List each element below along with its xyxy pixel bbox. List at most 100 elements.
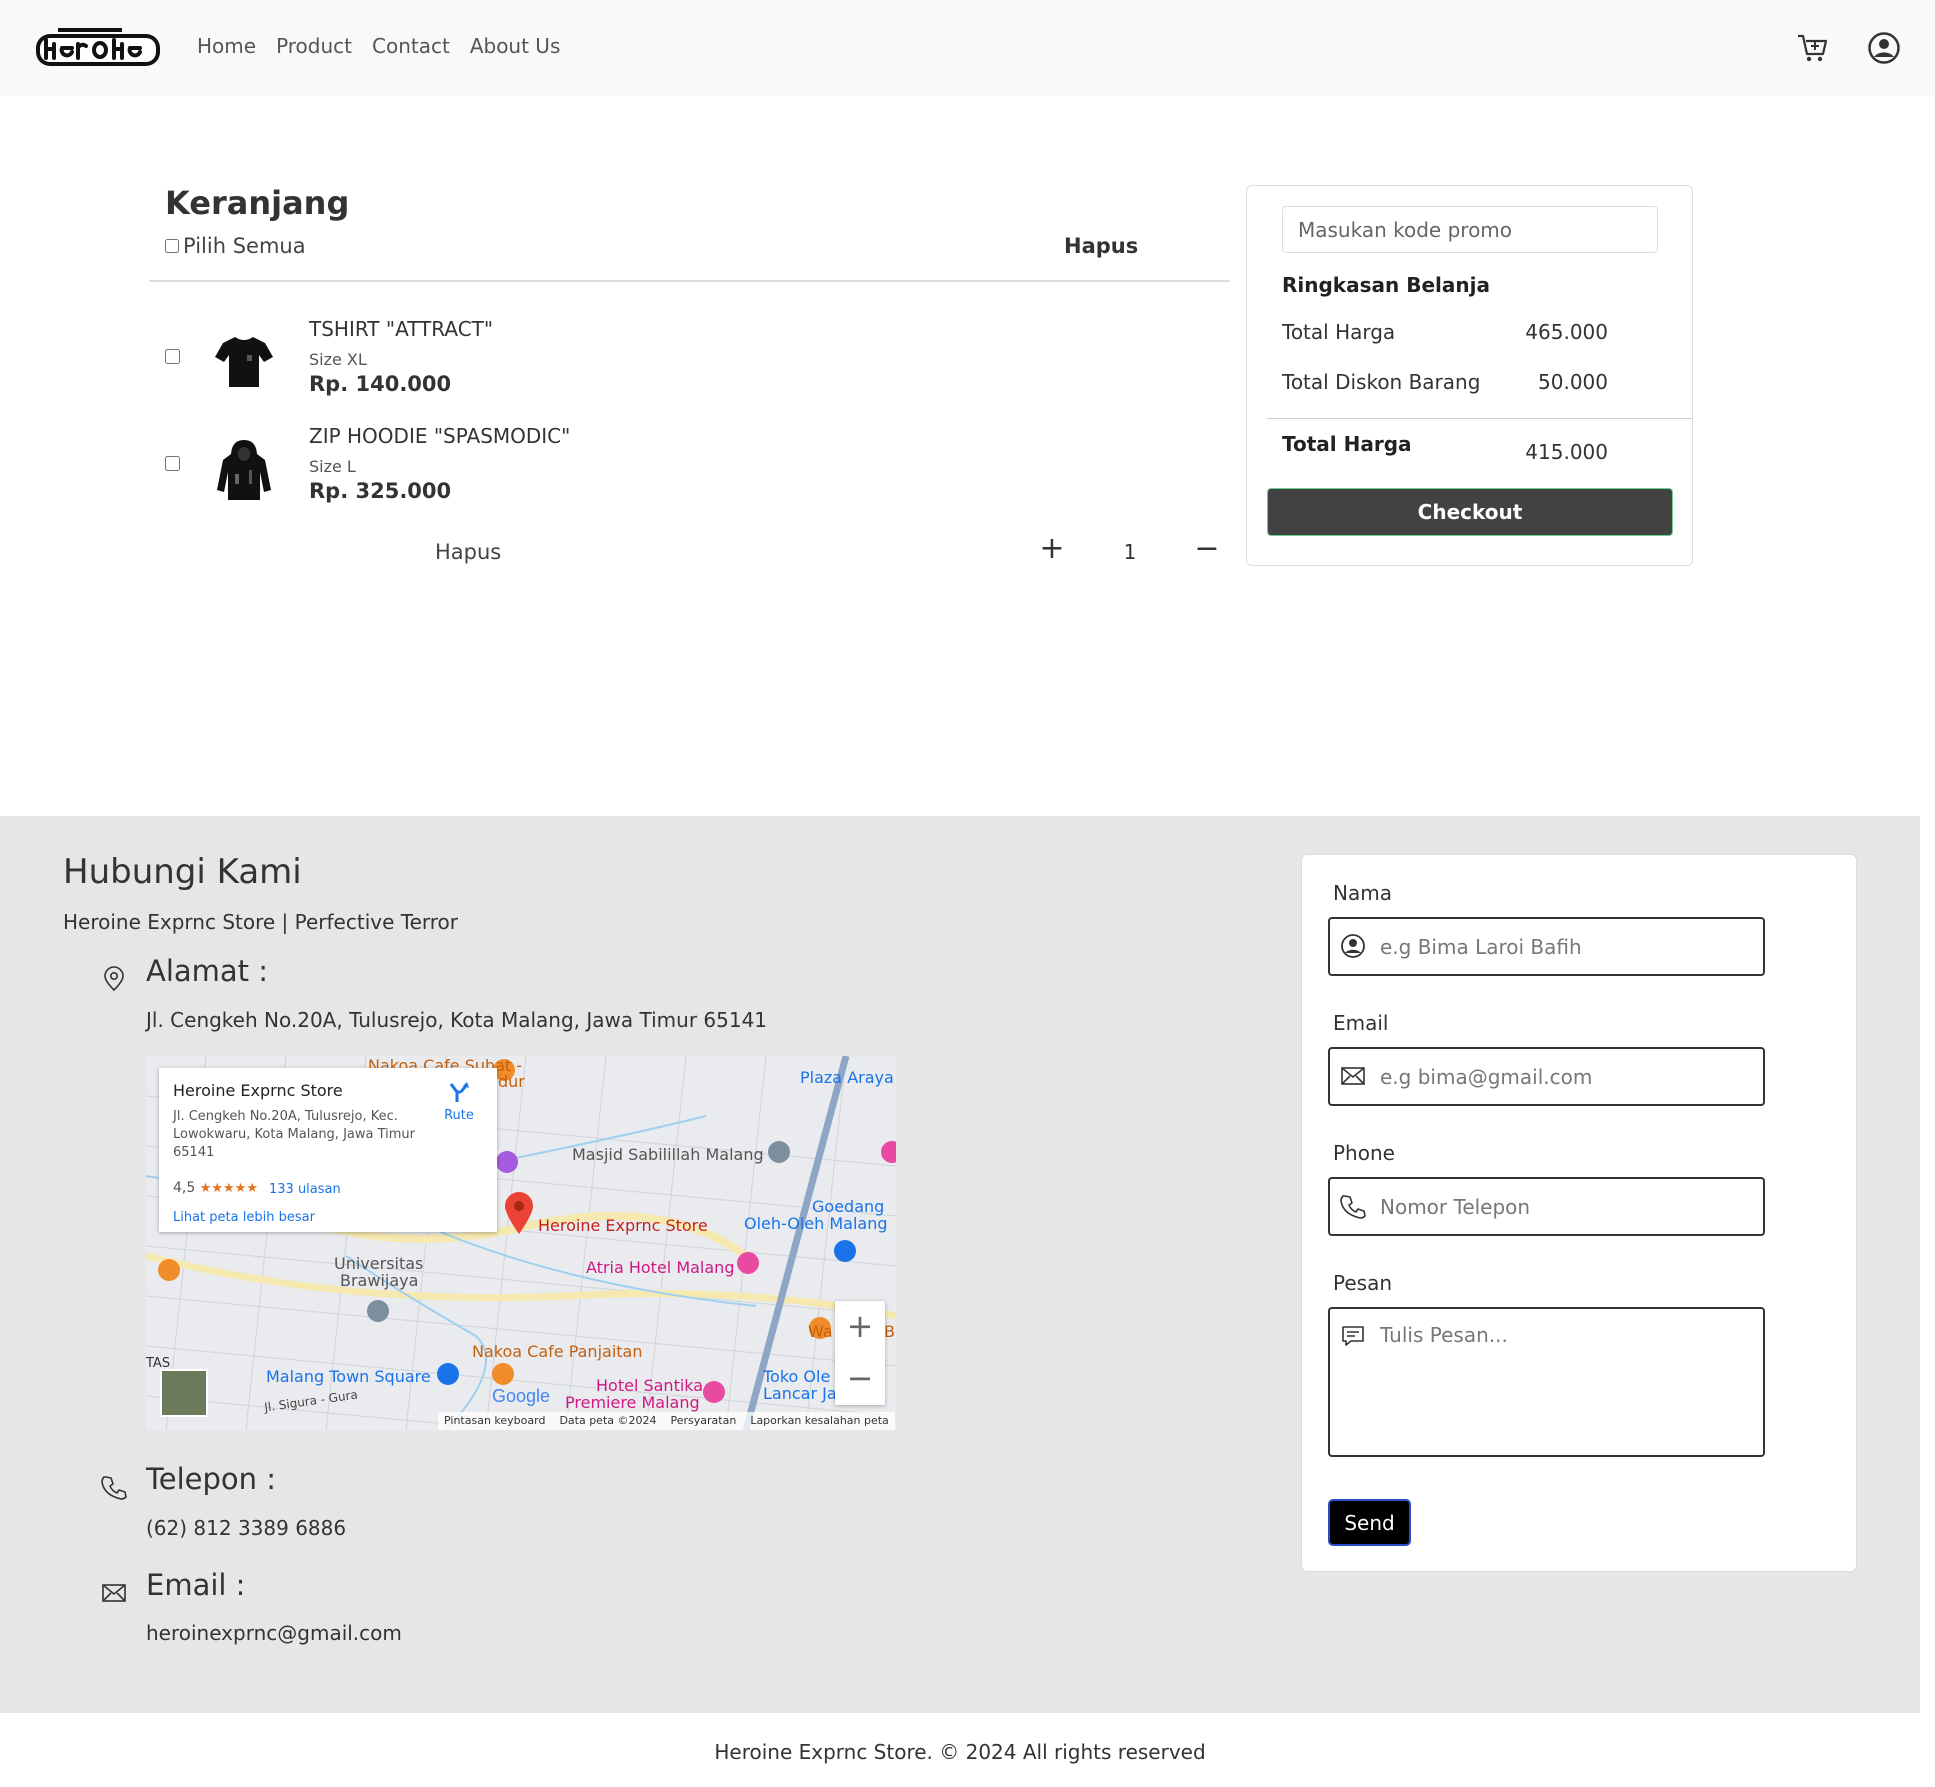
route-label: Rute [444,1108,474,1123]
cart-item-price: Rp. 325.000 [309,479,452,503]
map-label: Masjid Sabilillah Malang [572,1145,764,1164]
cart-item-price: Rp. 140.000 [309,372,452,396]
message-textarea[interactable] [1380,1323,1750,1443]
map-attribution-item[interactable]: Persyaratan [671,1414,737,1428]
map-label: Heroine Exprnc Store [538,1216,708,1235]
directions-icon [449,1082,469,1102]
map-label: Lancar Ja [763,1384,837,1403]
quantity-increase-button[interactable]: + [1039,534,1065,564]
map-label: Brawijaya [340,1271,419,1290]
cart-item-name: ZIP HOODIE "SPASMODIC" [309,424,571,448]
summary-total-price-label: Total Harga [1282,320,1396,344]
order-summary-card: Ringkasan Belanja Total Harga 465.000 To… [1246,185,1693,566]
map-attribution-item[interactable]: Pintasan keyboard [444,1414,545,1428]
select-all[interactable]: Pilih Semua [165,234,306,258]
email-label: Email [1333,1011,1389,1035]
nav-links: Home Product Contact About Us [197,34,560,58]
name-field-wrapper [1328,917,1765,976]
message-label: Pesan [1333,1271,1393,1295]
quantity-decrease-button[interactable]: − [1194,534,1220,564]
send-button[interactable]: Send [1328,1499,1411,1546]
name-input[interactable] [1380,929,1750,965]
phone-heading: Telepon : [146,1462,277,1496]
navbar: Home Product Contact About Us [0,0,1935,96]
nav-product-link[interactable]: Product [276,34,352,58]
map-label: Premiere Malang [565,1393,700,1412]
route-button[interactable]: Rute [439,1080,479,1123]
zoom-out-button[interactable]: − [835,1353,885,1405]
nav-home-link[interactable]: Home [197,34,256,58]
map-zoom-controls: + − [835,1301,885,1405]
summary-grand-total-value: 415.000 [1525,440,1608,464]
map-place-address: Jl. Cengkeh No.20A, Tulusrejo, Kec. Lowo… [173,1109,416,1160]
envelope-icon [102,1584,126,1602]
google-logo: Google [492,1386,550,1407]
map-label: Plaza Araya [800,1068,894,1087]
user-circle-icon [1341,934,1365,958]
cart-title: Keranjang [165,184,350,222]
google-map[interactable]: Nakoa Cafe Suhat - dur Plaza Araya Masji… [146,1056,896,1430]
google-logo-text: Google [492,1386,551,1406]
map-label: Nakoa Cafe Panjaitan [472,1342,643,1361]
tshirt-icon [215,337,273,387]
map-rating-value: 4,5 [173,1180,196,1196]
map-place-rating: 4,5 ★★★★★ [173,1180,258,1196]
quantity-value: 1 [1123,540,1137,564]
summary-grand-total-label: Total Harga [1282,432,1412,456]
cart-item-name: TSHIRT "ATTRACT" [309,317,494,341]
contact-subtitle: Heroine Exprnc Store | Perfective Terror [63,910,458,934]
email-input[interactable] [1380,1059,1750,1095]
cart-icon[interactable] [1795,31,1829,65]
cart-item: ZIP HOODIE "SPASMODIC" Size L Rp. 325.00… [165,416,1065,516]
map-label: Atria Hotel Malang [586,1258,735,1277]
map-attribution-item[interactable]: Laporkan kesalahan peta [750,1414,889,1428]
remove-item-button[interactable]: Hapus [435,540,501,564]
promo-code-input[interactable] [1282,206,1658,253]
cart-item-checkbox[interactable] [165,456,180,471]
cart-item: TSHIRT "ATTRACT" Size XL Rp. 140.000 [165,309,1065,409]
select-all-checkbox[interactable] [165,239,179,253]
phone-input[interactable] [1380,1189,1750,1225]
select-all-label: Pilih Semua [183,234,306,258]
map-attribution-item: Data peta ©2024 [559,1414,657,1427]
heroine-logo[interactable] [34,26,162,70]
delete-all-button[interactable]: Hapus [1064,234,1138,258]
zoom-in-button[interactable]: + [835,1301,885,1353]
summary-total-price-value: 465.000 [1525,320,1608,344]
map-label: Malang Town Square [266,1367,431,1386]
cart-item-size: Size L [309,457,356,476]
address-heading: Alamat : [146,954,269,988]
phone-icon [101,1476,127,1500]
map-reviews-link[interactable]: 133 ulasan [269,1182,341,1197]
cart-item-size: Size XL [309,350,367,369]
summary-title: Ringkasan Belanja [1282,273,1490,297]
phone-text: (62) 812 3389 6886 [146,1516,347,1540]
footer-copyright: Heroine Exprnc Store. © 2024 All rights … [714,1740,1206,1764]
contact-form: Nama Email Phone Pesan [1301,854,1857,1572]
map-attribution: Pintasan keyboard Data peta ©2024 Persya… [438,1412,895,1430]
summary-discount-label: Total Diskon Barang [1282,370,1481,394]
contact-section: Hubungi Kami Heroine Exprnc Store | Perf… [0,816,1920,1713]
nav-contact-link[interactable]: Contact [372,34,450,58]
email-field-wrapper [1328,1047,1765,1106]
phone-icon [1340,1195,1366,1219]
map-place-card: Heroine Exprnc Store Jl. Cengkeh No.20A,… [159,1068,497,1232]
cart-divider [149,280,1230,282]
envelope-icon [1341,1067,1365,1085]
map-label: Wa [808,1322,833,1341]
email-text: heroinexprnc@gmail.com [146,1621,402,1645]
email-heading: Email : [146,1568,246,1602]
message-icon [1342,1326,1364,1346]
phone-field-wrapper [1328,1177,1765,1236]
message-field-wrapper [1328,1307,1765,1457]
checkout-button[interactable]: Checkout [1267,488,1673,536]
contact-title: Hubungi Kami [63,852,302,892]
map-satellite-toggle[interactable] [160,1369,208,1417]
cart-item-checkbox[interactable] [165,349,180,364]
summary-discount-value: 50.000 [1538,370,1608,394]
phone-label: Phone [1333,1141,1395,1165]
view-larger-map-link[interactable]: Lihat peta lebih besar [173,1210,315,1225]
user-account-icon[interactable] [1867,31,1901,65]
map-place-title: Heroine Exprnc Store [173,1081,343,1100]
nav-about-link[interactable]: About Us [470,34,561,58]
